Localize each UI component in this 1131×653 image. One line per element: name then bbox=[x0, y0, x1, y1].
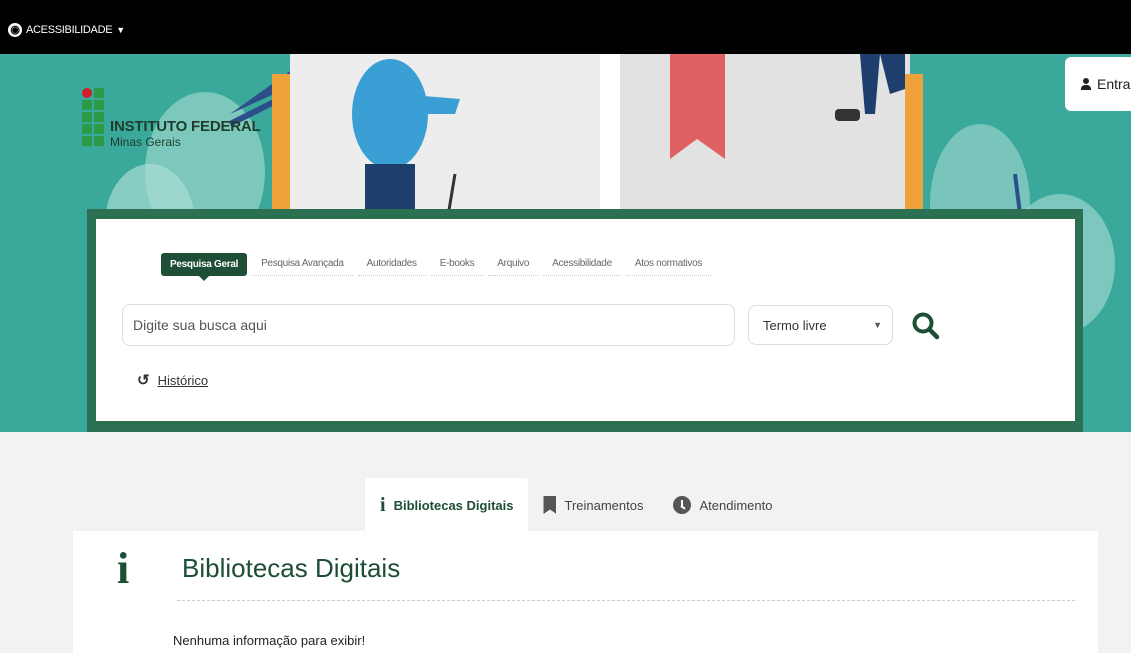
empty-message: Nenhuma informação para exibir! bbox=[173, 633, 366, 648]
divider bbox=[177, 600, 1075, 601]
history-label: Histórico bbox=[157, 372, 209, 388]
tab-bibliotecas-digitais[interactable]: i Bibliotecas Digitais bbox=[365, 478, 529, 532]
section-title: Bibliotecas Digitais bbox=[182, 553, 401, 583]
bookmark-icon bbox=[543, 496, 557, 514]
tab-treinamentos[interactable]: Treinamentos bbox=[528, 478, 658, 532]
tab-arquivo[interactable]: Arquivo bbox=[488, 252, 539, 276]
logo-subtitle: Minas Gerais bbox=[110, 135, 181, 149]
search-input[interactable] bbox=[122, 304, 735, 346]
tab-label: Bibliotecas Digitais bbox=[393, 497, 514, 513]
tab-label: Treinamentos bbox=[564, 497, 644, 513]
history-link[interactable]: ↺ Histórico bbox=[137, 371, 208, 389]
tab-label: Atendimento bbox=[699, 497, 773, 513]
tab-ebooks[interactable]: E-books bbox=[430, 252, 484, 276]
logo-title: INSTITUTO FEDERAL bbox=[110, 118, 261, 135]
tab-atos-normativos[interactable]: Atos normativos bbox=[625, 252, 712, 276]
info-icon: i bbox=[380, 493, 386, 516]
tab-pesquisa-geral[interactable]: Pesquisa Geral bbox=[161, 252, 248, 281]
section-tabs: i Bibliotecas Digitais Treinamentos Aten… bbox=[365, 478, 787, 532]
tab-autoridades[interactable]: Autoridades bbox=[357, 252, 426, 276]
institute-logo[interactable]: INSTITUTO FEDERAL Minas Gerais bbox=[82, 88, 261, 149]
clock-icon bbox=[673, 496, 692, 514]
login-label: Entra bbox=[1097, 76, 1131, 92]
accessibility-label: ACESSIBILIDADE bbox=[26, 24, 113, 36]
user-icon bbox=[1081, 78, 1091, 90]
chevron-down-icon: ▼ bbox=[873, 320, 882, 330]
accessibility-icon: ◉ bbox=[8, 23, 22, 37]
accessibility-bar: ◉ ACESSIBILIDADE ▼ bbox=[0, 0, 1131, 54]
chevron-down-icon: ▼ bbox=[116, 25, 125, 35]
search-type-select[interactable]: Termo livre ▼ bbox=[748, 305, 893, 345]
search-type-value: Termo livre bbox=[763, 317, 827, 333]
accessibility-menu-button[interactable]: ◉ ACESSIBILIDADE ▼ bbox=[8, 23, 125, 37]
search-tabs: Pesquisa Geral Pesquisa Avançada Autorid… bbox=[161, 252, 716, 281]
tab-atendimento[interactable]: Atendimento bbox=[658, 478, 787, 532]
history-icon: ↺ bbox=[137, 372, 150, 389]
info-icon: i bbox=[117, 544, 130, 593]
login-button[interactable]: Entra bbox=[1065, 57, 1131, 111]
logo-mark bbox=[82, 88, 104, 146]
search-icon[interactable] bbox=[910, 310, 942, 342]
tab-acessibilidade[interactable]: Acessibilidade bbox=[543, 252, 621, 276]
tab-pesquisa-avancada[interactable]: Pesquisa Avançada bbox=[252, 252, 353, 276]
